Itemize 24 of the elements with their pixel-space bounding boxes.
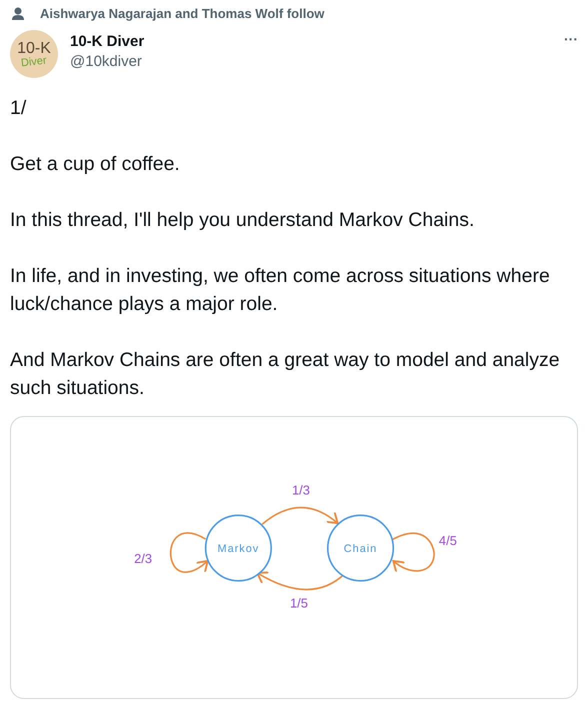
transition-arrow	[170, 532, 209, 573]
author-name[interactable]: 10-K Diver	[70, 32, 144, 52]
image-card[interactable]: 1/3 1/5 2/3 4/5 Markov Chain	[10, 416, 578, 699]
social-context: Aishwarya Nagarajan and Thomas Wolf follow	[40, 5, 324, 24]
tweet-text: 1/	[10, 96, 28, 121]
state-node	[204, 514, 272, 582]
transition-arrow	[390, 532, 435, 573]
author-handle[interactable]: @10kdiver	[70, 52, 144, 72]
probability-label: 4/5	[438, 533, 457, 548]
more-button[interactable]: ···	[564, 32, 578, 46]
tweet-text: Get a cup of coffee.	[10, 152, 181, 177]
person-icon	[12, 7, 24, 21]
node-label: Chain	[344, 543, 378, 556]
avatar[interactable]: 10-K Diver	[10, 30, 58, 78]
tweet-text: In this thread, I'll help you understand Markov Chains.	[10, 208, 476, 233]
tweet-text: In life, and in investing, we often come across situations where luck/chance plays a major role.	[10, 264, 551, 317]
avatar-text: 10-K	[17, 40, 51, 56]
tweet-text: And Markov Chains are often a great way to model and analyze such situations.	[10, 348, 561, 401]
avatar-text: Diver	[20, 55, 48, 69]
probability-label: 1/5	[290, 596, 308, 611]
probability-label: 2/3	[134, 550, 152, 566]
probability-label: 1/3	[292, 482, 310, 498]
node-label: Markov	[218, 543, 260, 556]
state-node	[326, 514, 394, 582]
